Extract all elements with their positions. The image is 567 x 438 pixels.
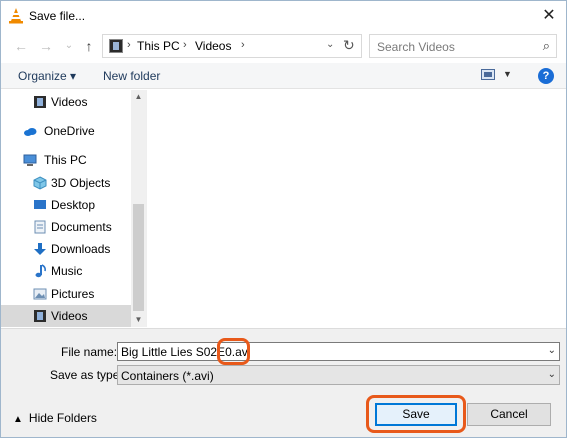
save-highlight-circle xyxy=(366,395,466,433)
file-name-label: File name: xyxy=(61,345,118,359)
save-as-type-select[interactable]: Containers (*.avi) ⌄ xyxy=(117,365,560,385)
sidebar-item-3d-objects[interactable]: 3D Objects xyxy=(1,172,131,194)
sidebar-item-label: Documents xyxy=(51,220,112,234)
save-as-type-label: Save as type: xyxy=(50,368,123,382)
search-icon[interactable]: ⌕ xyxy=(543,38,550,54)
sidebar-item-label: 3D Objects xyxy=(51,176,111,190)
sidebar-item-documents[interactable]: Documents xyxy=(1,216,131,238)
breadcrumb-separator: › xyxy=(127,39,131,51)
breadcrumb-this-pc[interactable]: This PC xyxy=(137,39,180,53)
search-placeholder: Search Videos xyxy=(377,40,455,54)
sidebar-item-videos-top[interactable]: Videos xyxy=(1,91,131,113)
sidebar-item-label: Downloads xyxy=(51,242,111,256)
sidebar-item-label: Music xyxy=(51,264,83,278)
navigation-pane: Videos OneDrive This PC 3D Objects Deskt… xyxy=(1,90,146,327)
cancel-button[interactable]: Cancel xyxy=(467,403,551,426)
save-as-type-value: Containers (*.avi) xyxy=(121,369,214,383)
picture-icon xyxy=(33,288,47,300)
change-view-icon[interactable] xyxy=(481,69,495,80)
video-folder-icon xyxy=(109,39,123,53)
sidebar-item-this-pc[interactable]: This PC xyxy=(1,149,131,171)
sidebar-item-music[interactable]: Music xyxy=(1,260,131,282)
command-toolbar: Organize ▾ New folder ▼ ? xyxy=(1,63,566,89)
window-title: Save file... xyxy=(29,9,86,23)
new-folder-button[interactable]: New folder xyxy=(103,69,160,83)
breadcrumb-separator: › xyxy=(183,39,187,51)
computer-icon xyxy=(23,154,37,166)
address-bar[interactable]: › This PC › Videos › ⌄ ↻ xyxy=(102,34,362,58)
scroll-down-arrow-icon[interactable]: ▼ xyxy=(131,313,146,327)
sidebar-item-label: Desktop xyxy=(51,198,96,212)
file-list-area[interactable] xyxy=(146,90,566,327)
organize-menu-button[interactable]: Organize ▾ xyxy=(18,69,76,83)
sidebar-item-label: This PC xyxy=(44,153,87,167)
save-options-panel: File name: Big Little Lies S02E0.avi ⌄ S… xyxy=(1,328,566,437)
sidebar-item-onedrive[interactable]: OneDrive xyxy=(1,120,131,142)
document-icon xyxy=(34,220,46,234)
search-box[interactable]: Search Videos ⌕ xyxy=(369,34,557,58)
video-folder-icon xyxy=(34,310,46,322)
hide-folders-label: Hide Folders xyxy=(28,411,97,425)
save-as-type-chevron-icon[interactable]: ⌄ xyxy=(548,369,556,380)
sidebar-item-videos-selected[interactable]: Videos xyxy=(1,305,131,327)
forward-arrow-icon[interactable]: → xyxy=(38,38,54,54)
sidebar-item-desktop[interactable]: Desktop xyxy=(1,194,131,216)
up-arrow-icon[interactable]: ↑ xyxy=(81,38,97,54)
video-folder-icon xyxy=(34,96,46,108)
sidebar-item-label: Pictures xyxy=(51,287,95,301)
back-arrow-icon[interactable]: ← xyxy=(13,38,29,54)
extension-highlight-circle xyxy=(217,338,250,365)
file-name-input[interactable]: Big Little Lies S02E0.avi ⌄ xyxy=(117,342,560,361)
download-arrow-icon xyxy=(34,243,46,255)
navigation-row: ← → ⌄ ↑ › This PC › Videos › ⌄ ↻ Search … xyxy=(1,31,566,63)
view-options-chevron-icon[interactable]: ▼ xyxy=(503,69,512,79)
close-button[interactable]: ✕ xyxy=(534,1,564,31)
music-note-icon xyxy=(35,264,46,278)
cube-icon xyxy=(33,176,47,190)
address-dropdown-chevron-icon[interactable]: ⌄ xyxy=(326,39,334,50)
scrollbar-thumb[interactable] xyxy=(133,204,144,311)
recent-locations-chevron-icon[interactable]: ⌄ xyxy=(61,38,77,54)
breadcrumb-separator: › xyxy=(241,39,245,51)
scroll-up-arrow-icon[interactable]: ▲ xyxy=(131,90,146,104)
sidebar-item-downloads[interactable]: Downloads xyxy=(1,238,131,260)
desktop-icon xyxy=(34,200,46,209)
help-icon[interactable]: ? xyxy=(538,68,554,84)
sidebar-item-pictures[interactable]: Pictures xyxy=(1,283,131,305)
chevron-up-icon: ▲ xyxy=(13,414,23,425)
file-name-dropdown-chevron-icon[interactable]: ⌄ xyxy=(548,345,556,356)
breadcrumb-videos[interactable]: Videos xyxy=(195,39,231,53)
sidebar-item-label: Videos xyxy=(51,309,88,323)
save-file-dialog: Save file... ✕ ← → ⌄ ↑ › This PC › Video… xyxy=(0,0,567,438)
title-bar: Save file... ✕ xyxy=(1,1,566,31)
sidebar-item-label: Videos xyxy=(51,95,88,109)
navigation-scrollbar[interactable]: ▲ ▼ xyxy=(131,90,146,327)
vlc-cone-icon xyxy=(9,8,23,24)
hide-folders-button[interactable]: ▲ Hide Folders xyxy=(13,411,97,425)
refresh-icon[interactable]: ↻ xyxy=(343,37,355,54)
cloud-icon xyxy=(24,128,37,136)
sidebar-item-label: OneDrive xyxy=(44,124,95,138)
